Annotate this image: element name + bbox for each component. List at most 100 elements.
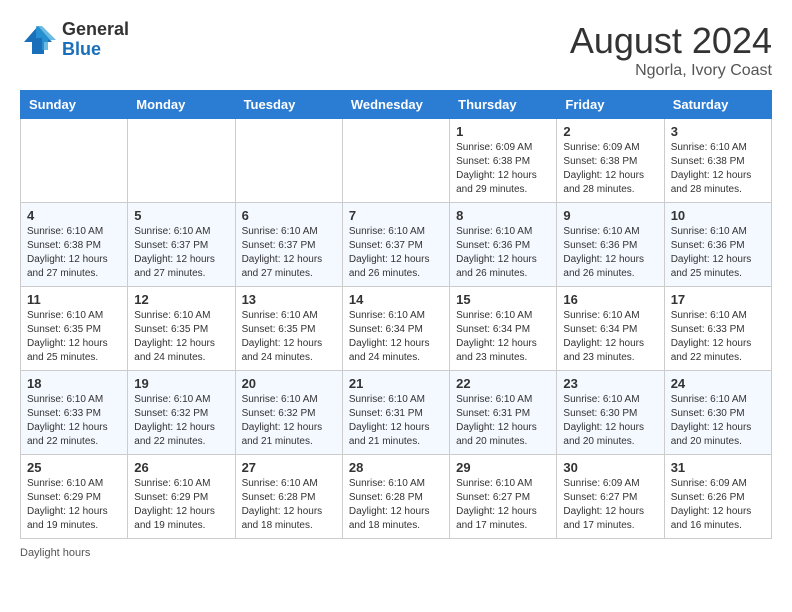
cell-info: Sunrise: 6:10 AM Sunset: 6:34 PM Dayligh… bbox=[349, 309, 443, 365]
calendar-cell: 22 Sunrise: 6:10 AM Sunset: 6:31 PM Dayli… bbox=[450, 371, 557, 455]
day-number: 27 bbox=[242, 460, 336, 475]
day-number: 4 bbox=[27, 208, 121, 223]
footer: Daylight hours bbox=[20, 547, 772, 559]
calendar-cell: 13 Sunrise: 6:10 AM Sunset: 6:35 PM Dayli… bbox=[235, 287, 342, 371]
calendar-cell: 31Sunrise: 6:09 AM Sunset: 6:26 PM Dayli… bbox=[664, 455, 771, 539]
day-number: 24 bbox=[671, 376, 765, 391]
calendar-weekday: Friday bbox=[557, 91, 664, 119]
calendar-cell: 3 Sunrise: 6:10 AM Sunset: 6:38 PM Daylig… bbox=[664, 119, 771, 203]
cell-info: Sunrise: 6:09 AM Sunset: 6:27 PM Dayligh… bbox=[563, 477, 657, 533]
day-number: 3 bbox=[671, 124, 765, 139]
calendar-weekday: Monday bbox=[128, 91, 235, 119]
cell-info: Sunrise: 6:10 AM Sunset: 6:36 PM Dayligh… bbox=[563, 225, 657, 281]
cell-info: Sunrise: 6:10 AM Sunset: 6:38 PM Dayligh… bbox=[27, 225, 121, 281]
cell-info: Sunrise: 6:10 AM Sunset: 6:34 PM Dayligh… bbox=[563, 309, 657, 365]
logo-blue: Blue bbox=[62, 40, 129, 60]
day-number: 6 bbox=[242, 208, 336, 223]
cell-info: Sunrise: 6:10 AM Sunset: 6:35 PM Dayligh… bbox=[242, 309, 336, 365]
day-number: 20 bbox=[242, 376, 336, 391]
day-number: 17 bbox=[671, 292, 765, 307]
calendar-cell: 20Sunrise: 6:10 AM Sunset: 6:32 PM Dayli… bbox=[235, 371, 342, 455]
title-block: August 2024 Ngorla, Ivory Coast bbox=[570, 20, 772, 80]
calendar-cell: 30 Sunrise: 6:09 AM Sunset: 6:27 PM Dayli… bbox=[557, 455, 664, 539]
cell-info: Sunrise: 6:10 AM Sunset: 6:37 PM Dayligh… bbox=[349, 225, 443, 281]
calendar-weekday: Sunday bbox=[21, 91, 128, 119]
day-number: 25 bbox=[27, 460, 121, 475]
calendar-cell: 12 Sunrise: 6:10 AM Sunset: 6:35 PM Dayli… bbox=[128, 287, 235, 371]
logo-general: General bbox=[62, 20, 129, 40]
calendar-cell: 19 Sunrise: 6:10 AM Sunset: 6:32 PM Dayli… bbox=[128, 371, 235, 455]
calendar-cell: 11Sunrise: 6:10 AM Sunset: 6:35 PM Dayli… bbox=[21, 287, 128, 371]
cell-info: Sunrise: 6:10 AM Sunset: 6:33 PM Dayligh… bbox=[671, 309, 765, 365]
location-title: Ngorla, Ivory Coast bbox=[570, 62, 772, 80]
calendar-cell bbox=[342, 119, 449, 203]
calendar-cell: 9 Sunrise: 6:10 AM Sunset: 6:36 PM Daylig… bbox=[557, 203, 664, 287]
day-number: 19 bbox=[134, 376, 228, 391]
calendar-cell: 5Sunrise: 6:10 AM Sunset: 6:37 PM Daylig… bbox=[128, 203, 235, 287]
calendar-weekday: Saturday bbox=[664, 91, 771, 119]
day-number: 15 bbox=[456, 292, 550, 307]
cell-info: Sunrise: 6:10 AM Sunset: 6:36 PM Dayligh… bbox=[456, 225, 550, 281]
calendar-cell bbox=[21, 119, 128, 203]
cell-info: Sunrise: 6:10 AM Sunset: 6:27 PM Dayligh… bbox=[456, 477, 550, 533]
day-number: 30 bbox=[563, 460, 657, 475]
day-number: 31 bbox=[671, 460, 765, 475]
calendar-cell: 10Sunrise: 6:10 AM Sunset: 6:36 PM Dayli… bbox=[664, 203, 771, 287]
day-number: 22 bbox=[456, 376, 550, 391]
cell-info: Sunrise: 6:10 AM Sunset: 6:28 PM Dayligh… bbox=[242, 477, 336, 533]
cell-info: Sunrise: 6:10 AM Sunset: 6:31 PM Dayligh… bbox=[456, 393, 550, 449]
cell-info: Sunrise: 6:09 AM Sunset: 6:38 PM Dayligh… bbox=[456, 141, 550, 197]
calendar-cell: 29 Sunrise: 6:10 AM Sunset: 6:27 PM Dayli… bbox=[450, 455, 557, 539]
day-number: 21 bbox=[349, 376, 443, 391]
cell-info: Sunrise: 6:10 AM Sunset: 6:38 PM Dayligh… bbox=[671, 141, 765, 197]
day-number: 13 bbox=[242, 292, 336, 307]
cell-info: Sunrise: 6:10 AM Sunset: 6:34 PM Dayligh… bbox=[456, 309, 550, 365]
calendar-weekday: Tuesday bbox=[235, 91, 342, 119]
cell-info: Sunrise: 6:10 AM Sunset: 6:30 PM Dayligh… bbox=[563, 393, 657, 449]
logo-icon bbox=[20, 22, 56, 58]
calendar-cell: 14 Sunrise: 6:10 AM Sunset: 6:34 PM Dayli… bbox=[342, 287, 449, 371]
cell-info: Sunrise: 6:10 AM Sunset: 6:33 PM Dayligh… bbox=[27, 393, 121, 449]
day-number: 26 bbox=[134, 460, 228, 475]
calendar-cell bbox=[128, 119, 235, 203]
day-number: 12 bbox=[134, 292, 228, 307]
logo: General Blue bbox=[20, 20, 129, 60]
cell-info: Sunrise: 6:10 AM Sunset: 6:32 PM Dayligh… bbox=[134, 393, 228, 449]
logo-text: General Blue bbox=[62, 20, 129, 60]
day-number: 28 bbox=[349, 460, 443, 475]
cell-info: Sunrise: 6:10 AM Sunset: 6:30 PM Dayligh… bbox=[671, 393, 765, 449]
cell-info: Sunrise: 6:10 AM Sunset: 6:29 PM Dayligh… bbox=[134, 477, 228, 533]
day-number: 8 bbox=[456, 208, 550, 223]
cell-info: Sunrise: 6:09 AM Sunset: 6:38 PM Dayligh… bbox=[563, 141, 657, 197]
day-number: 14 bbox=[349, 292, 443, 307]
calendar-cell: 4 Sunrise: 6:10 AM Sunset: 6:38 PM Daylig… bbox=[21, 203, 128, 287]
calendar-cell: 6 Sunrise: 6:10 AM Sunset: 6:37 PM Daylig… bbox=[235, 203, 342, 287]
calendar-cell: 8 Sunrise: 6:10 AM Sunset: 6:36 PM Daylig… bbox=[450, 203, 557, 287]
day-number: 7 bbox=[349, 208, 443, 223]
day-number: 23 bbox=[563, 376, 657, 391]
day-number: 29 bbox=[456, 460, 550, 475]
day-number: 9 bbox=[563, 208, 657, 223]
calendar-cell: 27 Sunrise: 6:10 AM Sunset: 6:28 PM Dayli… bbox=[235, 455, 342, 539]
calendar-header: SundayMondayTuesdayWednesdayThursdayFrid… bbox=[21, 91, 772, 119]
day-number: 1 bbox=[456, 124, 550, 139]
calendar-cell: 25Sunrise: 6:10 AM Sunset: 6:29 PM Dayli… bbox=[21, 455, 128, 539]
calendar-cell: 7 Sunrise: 6:10 AM Sunset: 6:37 PM Daylig… bbox=[342, 203, 449, 287]
page-header: General Blue August 2024 Ngorla, Ivory C… bbox=[20, 20, 772, 80]
calendar-cell: 28 Sunrise: 6:10 AM Sunset: 6:28 PM Dayli… bbox=[342, 455, 449, 539]
cell-info: Sunrise: 6:10 AM Sunset: 6:35 PM Dayligh… bbox=[134, 309, 228, 365]
calendar-cell: 24 Sunrise: 6:10 AM Sunset: 6:30 PM Dayli… bbox=[664, 371, 771, 455]
cell-info: Sunrise: 6:10 AM Sunset: 6:37 PM Dayligh… bbox=[242, 225, 336, 281]
calendar-weekday: Wednesday bbox=[342, 91, 449, 119]
calendar-cell: 15 Sunrise: 6:10 AM Sunset: 6:34 PM Dayli… bbox=[450, 287, 557, 371]
calendar-cell: 26 Sunrise: 6:10 AM Sunset: 6:29 PM Dayli… bbox=[128, 455, 235, 539]
day-number: 10 bbox=[671, 208, 765, 223]
cell-info: Sunrise: 6:10 AM Sunset: 6:31 PM Dayligh… bbox=[349, 393, 443, 449]
day-number: 5 bbox=[134, 208, 228, 223]
calendar-cell: 2 Sunrise: 6:09 AM Sunset: 6:38 PM Daylig… bbox=[557, 119, 664, 203]
calendar-weekday: Thursday bbox=[450, 91, 557, 119]
cell-info: Sunrise: 6:10 AM Sunset: 6:28 PM Dayligh… bbox=[349, 477, 443, 533]
calendar-table: SundayMondayTuesdayWednesdayThursdayFrid… bbox=[20, 90, 772, 539]
calendar-cell: 17 Sunrise: 6:10 AM Sunset: 6:33 PM Dayli… bbox=[664, 287, 771, 371]
day-number: 2 bbox=[563, 124, 657, 139]
